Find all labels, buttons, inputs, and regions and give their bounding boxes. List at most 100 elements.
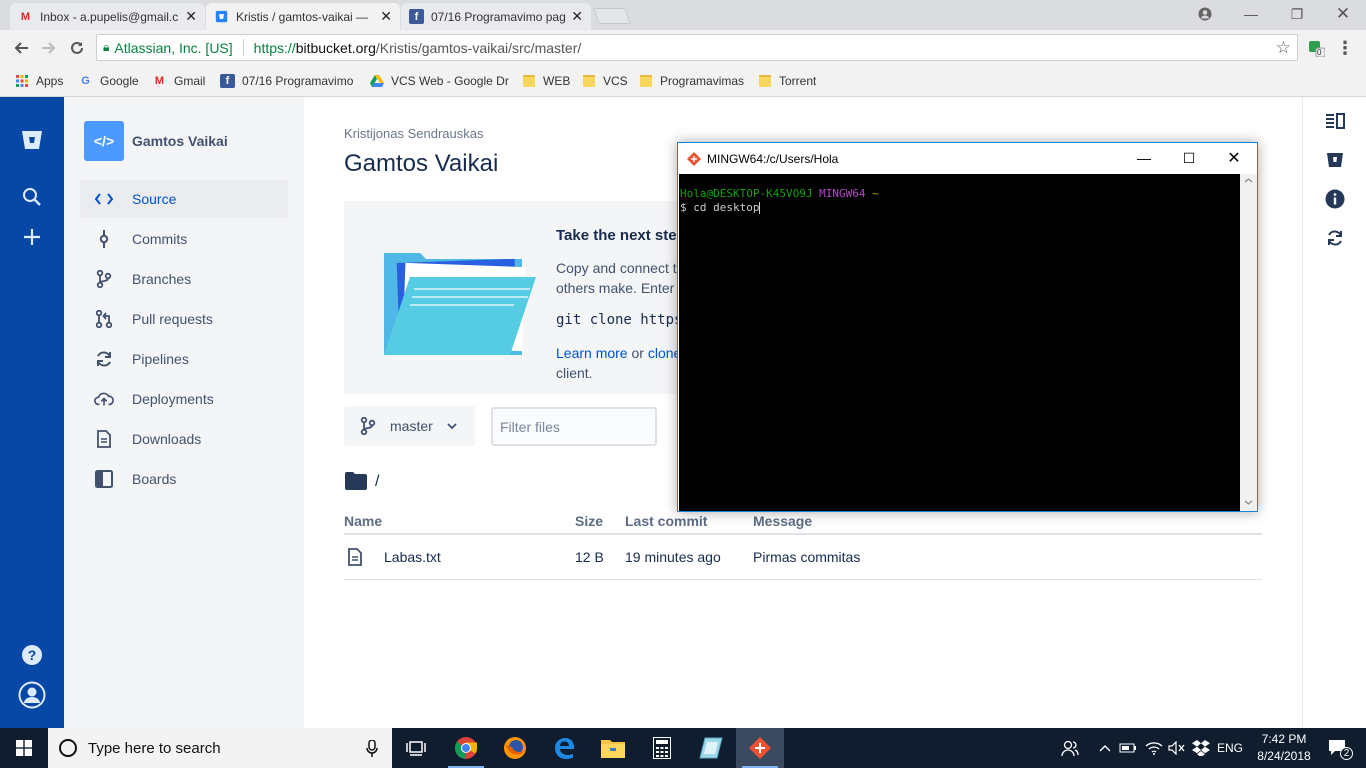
code-icon xyxy=(94,192,114,206)
tab-bitbucket[interactable]: Kristis / gamtos-vaikai — ✕ xyxy=(206,3,400,30)
language-indicator[interactable]: ENG xyxy=(1213,728,1247,768)
facebook-icon: f xyxy=(409,9,424,24)
bookmark-google[interactable]: G Google xyxy=(78,72,138,90)
terminal-titlebar[interactable]: MINGW64:/c/Users/Hola — ☐ ✕ xyxy=(678,143,1257,174)
browser-toolbar: 🔒︎ Atlassian, Inc. [US] https:// bitbuck… xyxy=(0,30,1366,66)
volume-muted-icon[interactable] xyxy=(1166,728,1188,768)
task-view-icon[interactable] xyxy=(392,728,440,768)
svg-text:?: ? xyxy=(28,647,37,663)
search-icon[interactable] xyxy=(18,183,46,211)
folder-icon xyxy=(521,74,536,88)
sidebar-toggle-icon[interactable] xyxy=(1322,108,1348,134)
sidebar-item-boards[interactable]: Boards xyxy=(80,460,288,498)
column-name[interactable]: Name xyxy=(344,513,382,529)
action-center-icon[interactable]: 2 xyxy=(1320,728,1356,768)
onboarding-links: Learn more or clone xyxy=(556,345,681,361)
table-row[interactable]: Labas.txt 12 B 19 minutes ago Pirmas com… xyxy=(344,537,1262,580)
windows-start-button[interactable] xyxy=(0,728,48,768)
sidebar-item-source[interactable]: Source xyxy=(80,180,288,218)
learn-more-link[interactable]: Learn more xyxy=(556,345,628,361)
sync-icon[interactable] xyxy=(1322,225,1348,251)
wifi-icon[interactable] xyxy=(1143,728,1165,768)
close-tab-icon[interactable]: ✕ xyxy=(185,8,197,25)
clone-command[interactable]: git clone https: xyxy=(556,312,691,328)
column-last-commit[interactable]: Last commit xyxy=(625,513,707,529)
close-tab-icon[interactable]: ✕ xyxy=(571,8,583,25)
star-icon[interactable]: ☆ xyxy=(1276,38,1291,58)
help-icon[interactable]: ? xyxy=(18,641,46,669)
sidebar-item-pull-requests[interactable]: Pull requests xyxy=(80,300,288,338)
terminal-window[interactable]: MINGW64:/c/Users/Hola — ☐ ✕ Hola@DESKTOP… xyxy=(677,142,1258,512)
tab-facebook[interactable]: f 07/16 Programavimo pag ✕ xyxy=(401,3,591,30)
repo-name[interactable]: Gamtos Vaikai xyxy=(132,133,228,149)
address-bar[interactable]: 🔒︎ Atlassian, Inc. [US] https:// bitbuck… xyxy=(96,34,1298,61)
terminal-minimize-button[interactable]: — xyxy=(1121,143,1167,173)
terminal-close-button[interactable]: ✕ xyxy=(1211,143,1257,173)
chevron-up-icon[interactable] xyxy=(1095,728,1115,768)
branch-selector[interactable]: master xyxy=(344,406,475,446)
clock[interactable]: 7:42 PM 8/24/2018 xyxy=(1250,731,1318,765)
sidebar-item-deployments[interactable]: Deployments xyxy=(80,380,288,418)
file-explorer-icon[interactable] xyxy=(589,728,637,768)
create-icon[interactable] xyxy=(18,223,46,251)
bookmark-apps[interactable]: Apps xyxy=(14,72,63,90)
or-text: or xyxy=(631,345,644,361)
battery-icon[interactable] xyxy=(1117,728,1139,768)
people-icon[interactable] xyxy=(1058,728,1082,768)
forward-button[interactable] xyxy=(36,35,62,61)
firefox-icon[interactable] xyxy=(491,728,539,768)
close-window-button[interactable]: ✕ xyxy=(1320,0,1366,28)
bookmark-programavimas[interactable]: Programavimas xyxy=(638,72,744,90)
restore-button[interactable]: ❐ xyxy=(1274,0,1320,28)
file-icon xyxy=(348,548,362,569)
bitbucket-repo-icon[interactable] xyxy=(1322,147,1348,173)
git-bash-taskbar-icon[interactable] xyxy=(736,728,784,768)
gmail-icon: M xyxy=(20,10,31,23)
new-tab-button[interactable] xyxy=(593,8,631,24)
sidebar-item-downloads[interactable]: Downloads xyxy=(80,420,288,458)
folder-icon xyxy=(757,74,772,88)
column-message[interactable]: Message xyxy=(753,513,812,529)
profile-icon[interactable] xyxy=(1182,0,1228,28)
close-tab-icon[interactable]: ✕ xyxy=(380,8,392,25)
site-identity[interactable]: Atlassian, Inc. [US] xyxy=(114,40,232,56)
edge-icon[interactable] xyxy=(540,728,588,768)
file-name-link[interactable]: Labas.txt xyxy=(384,549,441,565)
menu-icon[interactable]: ⋮ xyxy=(1332,35,1358,61)
terminal-output[interactable]: Hola@DESKTOP-K45VO9J MINGW64 ~ $ cd desk… xyxy=(679,174,1240,511)
repo-owner[interactable]: Kristijonas Sendrauskas xyxy=(344,126,483,141)
calculator-icon[interactable] xyxy=(638,728,686,768)
file-last-commit: 19 minutes ago xyxy=(625,549,721,565)
url-path: /Kristis/gamtos-vaikai/src/master/ xyxy=(375,39,582,56)
bookmark-web[interactable]: WEB xyxy=(521,72,570,90)
bookmark-vcs-web[interactable]: VCS Web - Google Dr xyxy=(369,72,509,90)
reload-button[interactable] xyxy=(64,35,90,61)
dropbox-icon[interactable] xyxy=(1190,728,1212,768)
profile-avatar-icon[interactable] xyxy=(18,681,46,709)
terminal-maximize-button[interactable]: ☐ xyxy=(1166,143,1212,173)
bookmark-facebook[interactable]: f 07/16 Programavimo xyxy=(220,72,356,90)
sidebar-item-pipelines[interactable]: Pipelines xyxy=(80,340,288,378)
bookmark-gmail[interactable]: M Gmail xyxy=(152,72,205,90)
sidebar-item-branches[interactable]: Branches xyxy=(80,260,288,298)
extension-icon[interactable]: 0 xyxy=(1303,35,1329,61)
url-host: bitbucket.org xyxy=(295,39,376,56)
bookmark-torrent[interactable]: Torrent xyxy=(757,72,816,90)
repo-avatar[interactable]: </> xyxy=(84,121,124,161)
column-size[interactable]: Size xyxy=(575,513,603,529)
microphone-icon[interactable] xyxy=(366,740,378,757)
path-breadcrumb[interactable]: / xyxy=(375,473,379,491)
bookmark-vcs[interactable]: VCS xyxy=(581,72,628,90)
filter-files-input[interactable] xyxy=(491,407,657,446)
sidebar-item-commits[interactable]: Commits xyxy=(80,220,288,258)
info-icon[interactable] xyxy=(1322,186,1348,212)
bitbucket-logo-icon[interactable] xyxy=(18,126,46,154)
tab-gmail-inbox[interactable]: M Inbox - a.pupelis@gmail.c ✕ xyxy=(10,3,205,30)
minimize-button[interactable]: — xyxy=(1228,0,1274,28)
chrome-icon[interactable] xyxy=(442,728,490,768)
taskbar-search-box[interactable]: Type here to search xyxy=(48,728,392,768)
facebook-icon: f xyxy=(220,74,235,88)
back-button[interactable] xyxy=(8,35,34,61)
terminal-scrollbar[interactable] xyxy=(1240,174,1257,511)
app-icon[interactable] xyxy=(687,728,735,768)
